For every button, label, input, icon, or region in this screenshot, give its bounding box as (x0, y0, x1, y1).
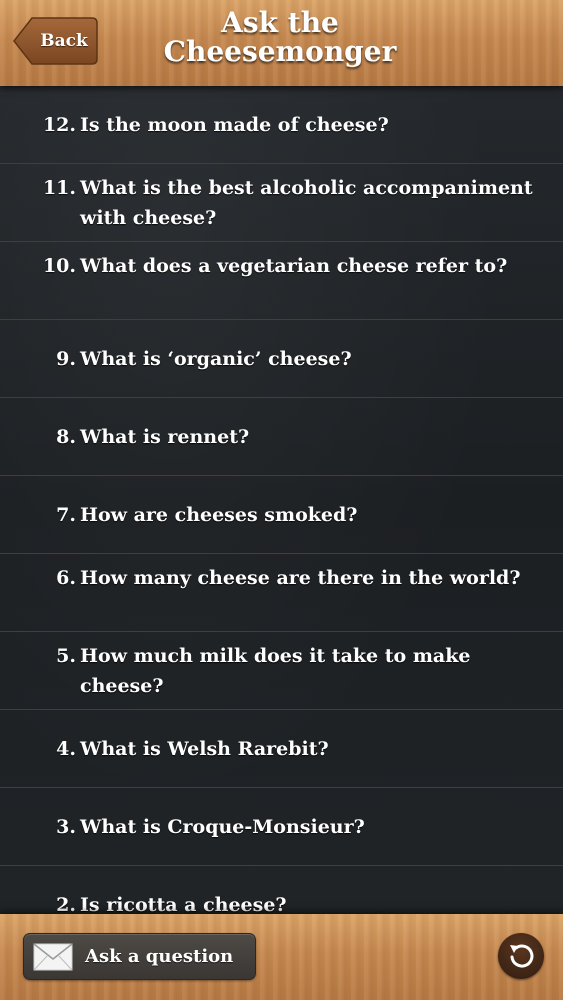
footer-bar: Ask a question (0, 914, 563, 1000)
question-text: Is the moon made of cheese? (80, 113, 389, 136)
question-row-8[interactable]: 8. What is rennet? (0, 398, 563, 476)
envelope-icon (33, 943, 73, 971)
question-number: 2. (56, 893, 76, 915)
refresh-button[interactable] (498, 933, 544, 979)
page-title-line-1: Ask the (221, 6, 339, 39)
question-text: How are cheeses smoked? (80, 503, 358, 526)
question-text: What is the best alcoholic accompaniment… (80, 177, 533, 229)
question-row-3[interactable]: 3. What is Croque-Monsieur? (0, 788, 563, 866)
question-row-12[interactable]: 12. Is the moon made of cheese? (0, 86, 563, 164)
question-row-4[interactable]: 4. What is Welsh Rarebit? (0, 710, 563, 788)
question-number: 8. (56, 425, 76, 448)
question-text: What does a vegetarian cheese refer to? (80, 255, 508, 277)
question-text: How many cheese are there in the world? (80, 567, 521, 589)
question-row-7[interactable]: 7. How are cheeses smoked? (0, 476, 563, 554)
question-row-6[interactable]: 6. How many cheese are there in the worl… (0, 554, 563, 632)
question-row-5[interactable]: 5. How much milk does it take to make ch… (0, 632, 563, 710)
question-text: What is Welsh Rarebit? (80, 737, 329, 760)
question-number: 7. (56, 503, 76, 526)
back-button-label: Back (40, 31, 88, 51)
question-number: 9. (56, 347, 76, 370)
question-row-11[interactable]: 11. What is the best alcoholic accompani… (0, 164, 563, 242)
page-title-line-2: Cheesemonger (163, 35, 397, 68)
question-number: 12. (42, 113, 76, 136)
question-text: Is ricotta a cheese? (80, 893, 287, 915)
question-number: 3. (56, 815, 76, 838)
question-text: What is rennet? (80, 425, 250, 448)
back-button[interactable]: Back (12, 16, 98, 66)
question-list[interactable]: 12. Is the moon made of cheese? 11. What… (0, 86, 563, 914)
question-number: 6. (56, 567, 76, 589)
question-number: 11. (42, 177, 76, 199)
ask-question-button[interactable]: Ask a question (23, 933, 256, 980)
question-row-9[interactable]: 9. What is ‘organic’ cheese? (0, 320, 563, 398)
question-number: 4. (56, 737, 76, 760)
question-number: 10. (42, 255, 76, 277)
question-number: 5. (56, 645, 76, 667)
question-row-2[interactable]: 2. Is ricotta a cheese? (0, 866, 563, 915)
header-bar: Back Ask the Cheesemonger (0, 0, 563, 86)
question-text: How much milk does it take to make chees… (80, 645, 471, 697)
question-row-10[interactable]: 10. What does a vegetarian cheese refer … (0, 242, 563, 320)
refresh-icon (510, 944, 534, 968)
question-text: What is ‘organic’ cheese? (80, 347, 352, 370)
ask-question-label: Ask a question (85, 946, 234, 967)
page-title: Ask the Cheesemonger (110, 8, 450, 66)
question-text: What is Croque-Monsieur? (80, 815, 365, 838)
